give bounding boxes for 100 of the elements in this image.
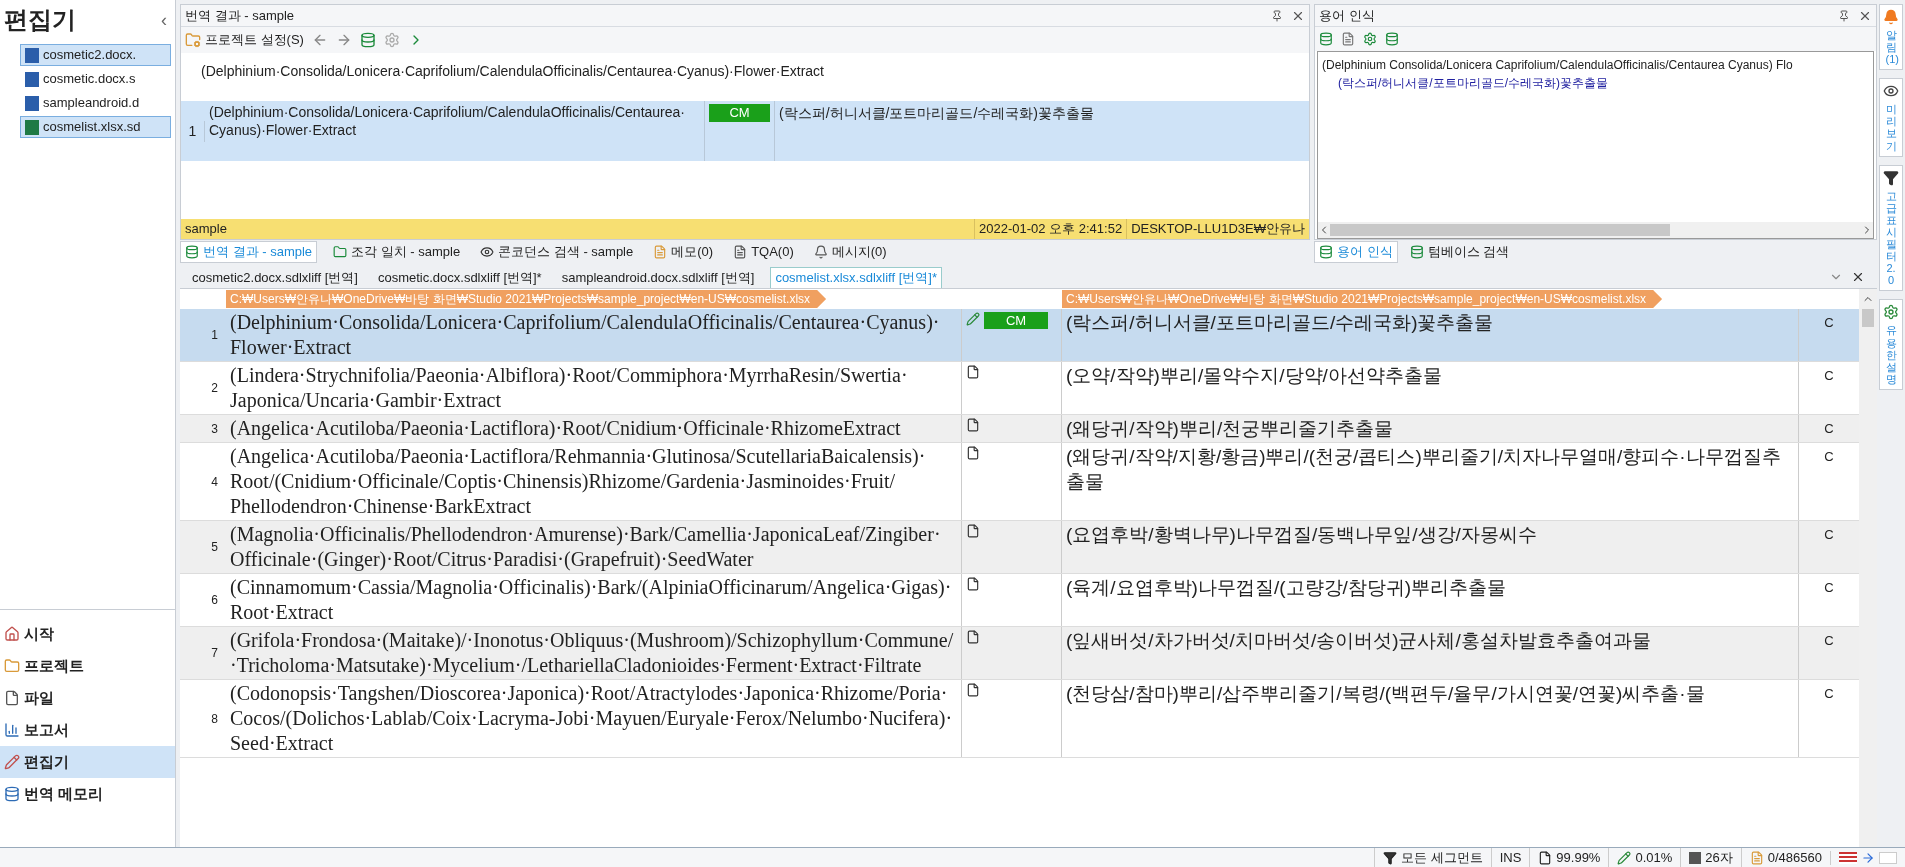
- nav-item[interactable]: 파일: [0, 682, 175, 714]
- pencil-icon: [4, 754, 20, 770]
- file-path-bar: C:₩Users₩안유나₩OneDrive₩바탕 화면₩Studio 2021₩Projects₩sample_project₩en-US₩cosmelist.xlsx: [226, 290, 827, 308]
- row-number: 3: [210, 420, 219, 438]
- segment-row[interactable]: 6 (Cinnamomum·Cassia/Magnolia·Officinalis)·Bark/(AlpiniaOfficinarum/Angelica·Gigas)·Root·Extract (육계/요엽후박)나무껍질/(고량강/참당귀)뿌리추출물 C: [180, 574, 1859, 627]
- row-number: 1: [181, 120, 205, 142]
- database-icon: [1319, 245, 1333, 259]
- nav-item[interactable]: 보고서: [0, 714, 175, 746]
- segment-filter[interactable]: 모든 세그먼트: [1374, 847, 1491, 867]
- segment-row[interactable]: 3 (Angelica·Acutiloba/Paeonia·Lactiflora)·Root/Cnidium·Officinale·RhizomeExtract (왜당귀/작약)뿌리/천궁뿌리줄기추출물 C: [180, 415, 1859, 443]
- nav-item[interactable]: 시작: [0, 618, 175, 650]
- pin-icon[interactable]: [1838, 9, 1850, 22]
- document-icon: [966, 524, 980, 538]
- folder-gear-icon: [185, 32, 201, 48]
- segment-row[interactable]: 5 (Magnolia·Officinalis/Phellodendron·Amurense)·Bark/Camellia·JaponicaLeaf/Zingiber·Officinale·(Ginger)·Root/Citrus·Paradisi·(Grapefruit)·SeedWater (요엽후박/황벽나무)나무껍질/동백나무잎/생강/자몽씨수 C: [180, 521, 1859, 574]
- insert-mode: INS: [1490, 847, 1530, 867]
- file-tree-item[interactable]: cosmetic2.docx.: [20, 44, 171, 66]
- panel-tab[interactable]: 메시지(0): [809, 241, 891, 263]
- panel-tab[interactable]: 메모(0): [649, 241, 718, 263]
- document-tab[interactable]: cosmelist.xlsx.sdlxliff [번역]*: [770, 267, 942, 288]
- horizontal-scrollbar[interactable]: [1318, 222, 1873, 238]
- scrollbar-thumb[interactable]: [1330, 224, 1670, 236]
- status-percent: 0.01%: [1608, 847, 1681, 867]
- home-icon: [4, 626, 20, 642]
- side-panel-tab[interactable]: 고급 표시 필터 2.0: [1879, 164, 1903, 292]
- source-cell: (Codonopsis·Tangshen/Dioscorea·Japonica)·Root/Atractylodes·Japonica·Rhizome/Poria·Cocos/(Dolichos·Lablab/Coix·Lacryma-Jobi·Mayuen/Euryale·Ferox/Nelumbo·Nucifera)·Seed·Extract: [226, 680, 962, 757]
- segment-row[interactable]: 1 (Delphinium·Consolida/Lonicera·Caprifolium/CalendulaOfficinalis/Centaurea·Cyanus)·Flower·Extract CM (락스퍼/허니서클/포트마리골드/수레국화)꽃추출물 C: [180, 309, 1859, 362]
- flag-label: C: [1824, 526, 1834, 544]
- document-icon: [966, 446, 980, 460]
- term-settings-icon[interactable]: [1363, 32, 1377, 46]
- side-panel-tab[interactable]: 유용한 설명: [1879, 299, 1903, 390]
- flag-icon: [1879, 851, 1897, 864]
- spreadsheet-file-icon: [25, 119, 39, 135]
- panel-tab[interactable]: 조각 일치 - sample: [329, 241, 465, 263]
- panel-tab[interactable]: 텀베이스 검색: [1405, 241, 1514, 263]
- target-cell: (잎새버섯/차가버섯/치마버섯/송이버섯)균사체/홍설차발효추출여과물: [1062, 627, 1799, 679]
- document-icon: [966, 683, 980, 697]
- chart-icon: [4, 722, 20, 738]
- character-count: 26자: [1680, 847, 1741, 867]
- nav-item[interactable]: 프로젝트: [0, 650, 175, 682]
- document-file-icon: [25, 71, 39, 87]
- panel-tab[interactable]: TQA(0): [729, 241, 798, 263]
- segment-row[interactable]: 2 (Lindera·Strychnifolia/Paeonia·Albiflora)·Root/Commiphora·MyrrhaResin/Swertia·Japonica/Uncaria·Gambir·Extract (오약/작약)뿌리/몰약수지/당약/아선약추출물 C: [180, 362, 1859, 415]
- row-number: 5: [210, 539, 219, 556]
- footer-name: sample: [184, 220, 228, 239]
- flag-label: C: [1824, 420, 1834, 438]
- document-icon: [966, 418, 980, 432]
- note-icon: [653, 245, 668, 259]
- match-badge: CM: [709, 104, 770, 122]
- source-text: (Delphinium·Consolida/Lonicera·Caprifolium/CalendulaOfficinalis/Centaurea·Cyanus)·Flower·Extract: [200, 62, 825, 81]
- panel-tab[interactable]: 용어 인식: [1314, 241, 1398, 263]
- bell-icon: [1883, 9, 1899, 25]
- flag-label: C: [1824, 632, 1834, 650]
- source-cell: (Delphinium·Consolida/Lonicera·Caprifolium/CalendulaOfficinalis/Centaurea·Cyanus)·Flower·Extract: [226, 309, 962, 361]
- database-icon[interactable]: [359, 32, 376, 48]
- database-icon: [185, 245, 199, 259]
- target-text: (락스퍼/허니서클/포트마리골드/수레국화)꽃추출물: [778, 104, 1095, 123]
- term-source: (Delphinium Consolida/Lonicera Caprifolium/CalendulaOfficinalis/Centaurea Cyanus) Flo: [1321, 57, 1794, 74]
- filter-icon: [1383, 850, 1398, 865]
- document-icon: [966, 630, 980, 644]
- sidebar-title: 편집기: [4, 5, 76, 35]
- row-number: 2: [210, 380, 219, 397]
- database-icon: [1409, 245, 1424, 259]
- segment-row[interactable]: [180, 627, 1859, 680]
- segment-row[interactable]: [180, 443, 1859, 521]
- panel-tab[interactable]: 콘코던스 검색 - sample: [476, 241, 638, 263]
- document-tab[interactable]: sampleandroid.docx.sdlxliff [번역]: [557, 267, 759, 288]
- document-tab[interactable]: cosmetic2.docx.sdlxliff [번역]: [188, 267, 362, 288]
- side-panel-tab[interactable]: 미리 보기: [1879, 78, 1903, 157]
- nav-item[interactable]: 번역 메모리: [0, 778, 175, 810]
- flag-label: C: [1824, 448, 1834, 466]
- folder-icon: [333, 245, 348, 259]
- panel-title: 번역 결과 - sample: [185, 6, 295, 25]
- collapse-button[interactable]: ‹: [157, 6, 171, 34]
- file-tree-item[interactable]: cosmetic.docx.s: [20, 68, 171, 90]
- term-target: (락스퍼/허니서클/포트마리골드/수레국화)꽃추출물: [1337, 75, 1609, 92]
- database-icon: [4, 786, 20, 802]
- side-panel-tab[interactable]: 알림 (1): [1879, 4, 1903, 71]
- vertical-scrollbar[interactable]: [1859, 289, 1877, 847]
- close-icon[interactable]: [1851, 270, 1865, 284]
- pencil-icon: [966, 312, 980, 326]
- file-tree-item[interactable]: cosmelist.xlsx.sd: [20, 116, 171, 138]
- segment-row[interactable]: [180, 680, 1859, 758]
- row-number: 6: [210, 592, 219, 609]
- flag-label: C: [1824, 579, 1834, 597]
- nav-item[interactable]: 편집기: [0, 746, 175, 778]
- pin-icon[interactable]: [1271, 9, 1283, 22]
- target-cell: (오약/작약)뿌리/몰약수지/당약/아선약추출물: [1062, 362, 1799, 414]
- document-file-icon: [25, 47, 39, 63]
- source-cell: (Angelica·Acutiloba/Paeonia·Lactiflora/Rehmannia·Glutinosa/ScutellariaBaicalensis)·Root/(Cnidium·Officinale/Coptis·Chinensis)Rhizome/Gardenia·Jasminoides·Fruit/Phellodendron·Chinense·BarkExtract: [226, 443, 962, 520]
- scrollbar-thumb[interactable]: [1862, 309, 1874, 327]
- file-tree-item[interactable]: sampleandroid.d: [20, 92, 171, 114]
- target-cell: (천당삼/참마)뿌리/삽주뿌리줄기/복령/(백편두/율무/가시연꽃/연꽃)씨추출·물: [1062, 680, 1799, 757]
- panel-tab[interactable]: 번역 결과 - sample: [180, 241, 318, 263]
- source-cell: (Magnolia·Officinalis/Phellodendron·Amurense)·Bark/Camellia·JaponicaLeaf/Zingiber·Officinale·(Ginger)·Root/Citrus·Paradisi·(Grapefruit)·SeedWater: [226, 521, 962, 573]
- alert-icon: [813, 245, 828, 259]
- flag-label: C: [1824, 367, 1834, 385]
- document-tab[interactable]: cosmetic.docx.sdlxliff [번역]*: [373, 267, 546, 288]
- source-cell: (Cinnamomum·Cassia/Magnolia·Officinalis)·Bark/(AlpiniaOfficinarum/Angelica·Gigas)·Root·Extract: [226, 574, 962, 626]
- project-settings-button[interactable]: 프로젝트 설정(S): [185, 30, 304, 50]
